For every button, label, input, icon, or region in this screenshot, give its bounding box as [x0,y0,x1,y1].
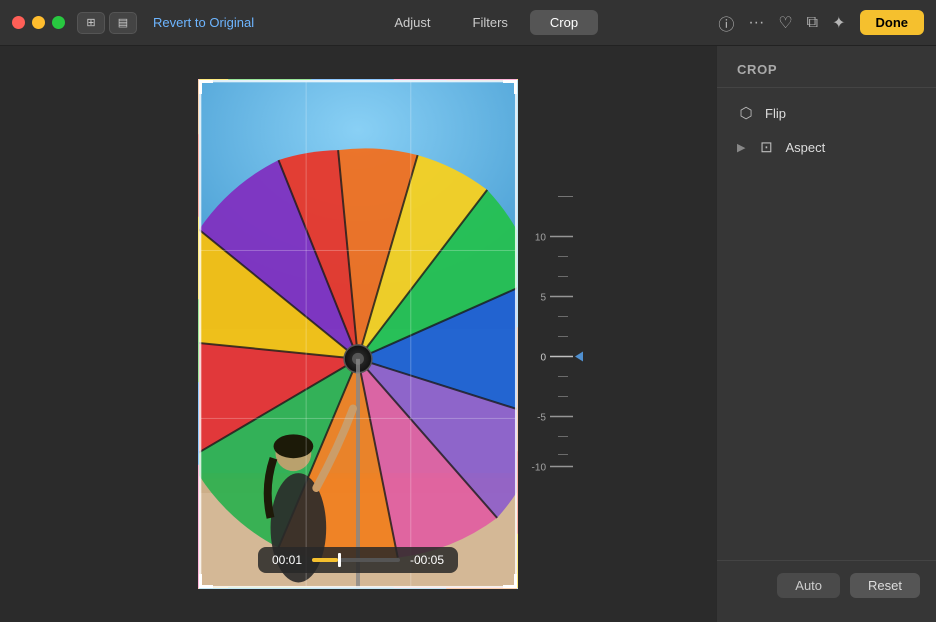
remaining-time: -00:05 [410,553,444,567]
flip-icon: ⬡ [737,104,755,122]
timeline-progress [312,558,338,562]
right-tools: ⓘ ··· ♡ ⧉ ✦ Done [718,10,924,35]
tab-adjust[interactable]: Adjust [374,10,450,35]
umbrella-svg [199,80,517,588]
aspect-icon: ⊡ [757,138,775,156]
grid-view-button[interactable]: ⊞ [77,12,105,34]
current-time: 00:01 [272,553,302,567]
reset-button[interactable]: Reset [850,573,920,598]
timeline-thumb[interactable] [338,553,341,567]
close-button[interactable] [12,16,25,29]
retouch-icon[interactable]: ✦ [832,13,845,33]
tab-filters[interactable]: Filters [453,10,528,35]
info-icon[interactable]: ⓘ [718,11,734,35]
traffic-lights [12,16,65,29]
sidebar: CROP ⬡ Flip ▶ ⊡ Aspect Auto Reset [716,46,936,622]
aspect-label: Aspect [785,140,825,155]
sidebar-bottom: Auto Reset [717,560,936,610]
duplicate-icon[interactable]: ⧉ [807,14,818,32]
svg-text:-10: -10 [532,463,547,474]
svg-text:0: 0 [540,353,546,364]
fullscreen-button[interactable] [52,16,65,29]
expand-arrow-icon: ▶ [737,141,745,154]
image-area: 10 5 0 [0,46,716,622]
main-content: 10 5 0 [0,46,936,622]
photo [198,79,518,589]
filmstrip-view-button[interactable]: ▤ [109,12,137,34]
sidebar-item-flip[interactable]: ⬡ Flip [717,96,936,130]
titlebar: ⊞ ▤ Revert to Original Adjust Filters Cr… [0,0,936,46]
more-icon[interactable]: ··· [748,14,764,32]
timeline-scrubber[interactable] [312,558,400,562]
minimize-button[interactable] [32,16,45,29]
svg-text:5: 5 [540,293,546,304]
heart-icon[interactable]: ♡ [778,13,792,33]
auto-button[interactable]: Auto [777,573,840,598]
image-wrapper[interactable]: 10 5 0 [198,79,518,589]
svg-text:-5: -5 [537,413,546,424]
revert-original-button[interactable]: Revert to Original [153,15,254,30]
window-controls: ⊞ ▤ [77,12,137,34]
nav-tabs: Adjust Filters Crop [374,10,598,35]
sidebar-item-aspect[interactable]: ▶ ⊡ Aspect [717,130,936,164]
tab-crop[interactable]: Crop [530,10,598,35]
svg-text:10: 10 [535,233,547,244]
rotation-dial[interactable]: 10 5 0 [528,187,583,482]
video-timeline: 00:01 -00:05 [258,547,458,573]
done-button[interactable]: Done [860,10,925,35]
flip-label: Flip [765,106,786,121]
sidebar-section-title: CROP [717,58,936,88]
